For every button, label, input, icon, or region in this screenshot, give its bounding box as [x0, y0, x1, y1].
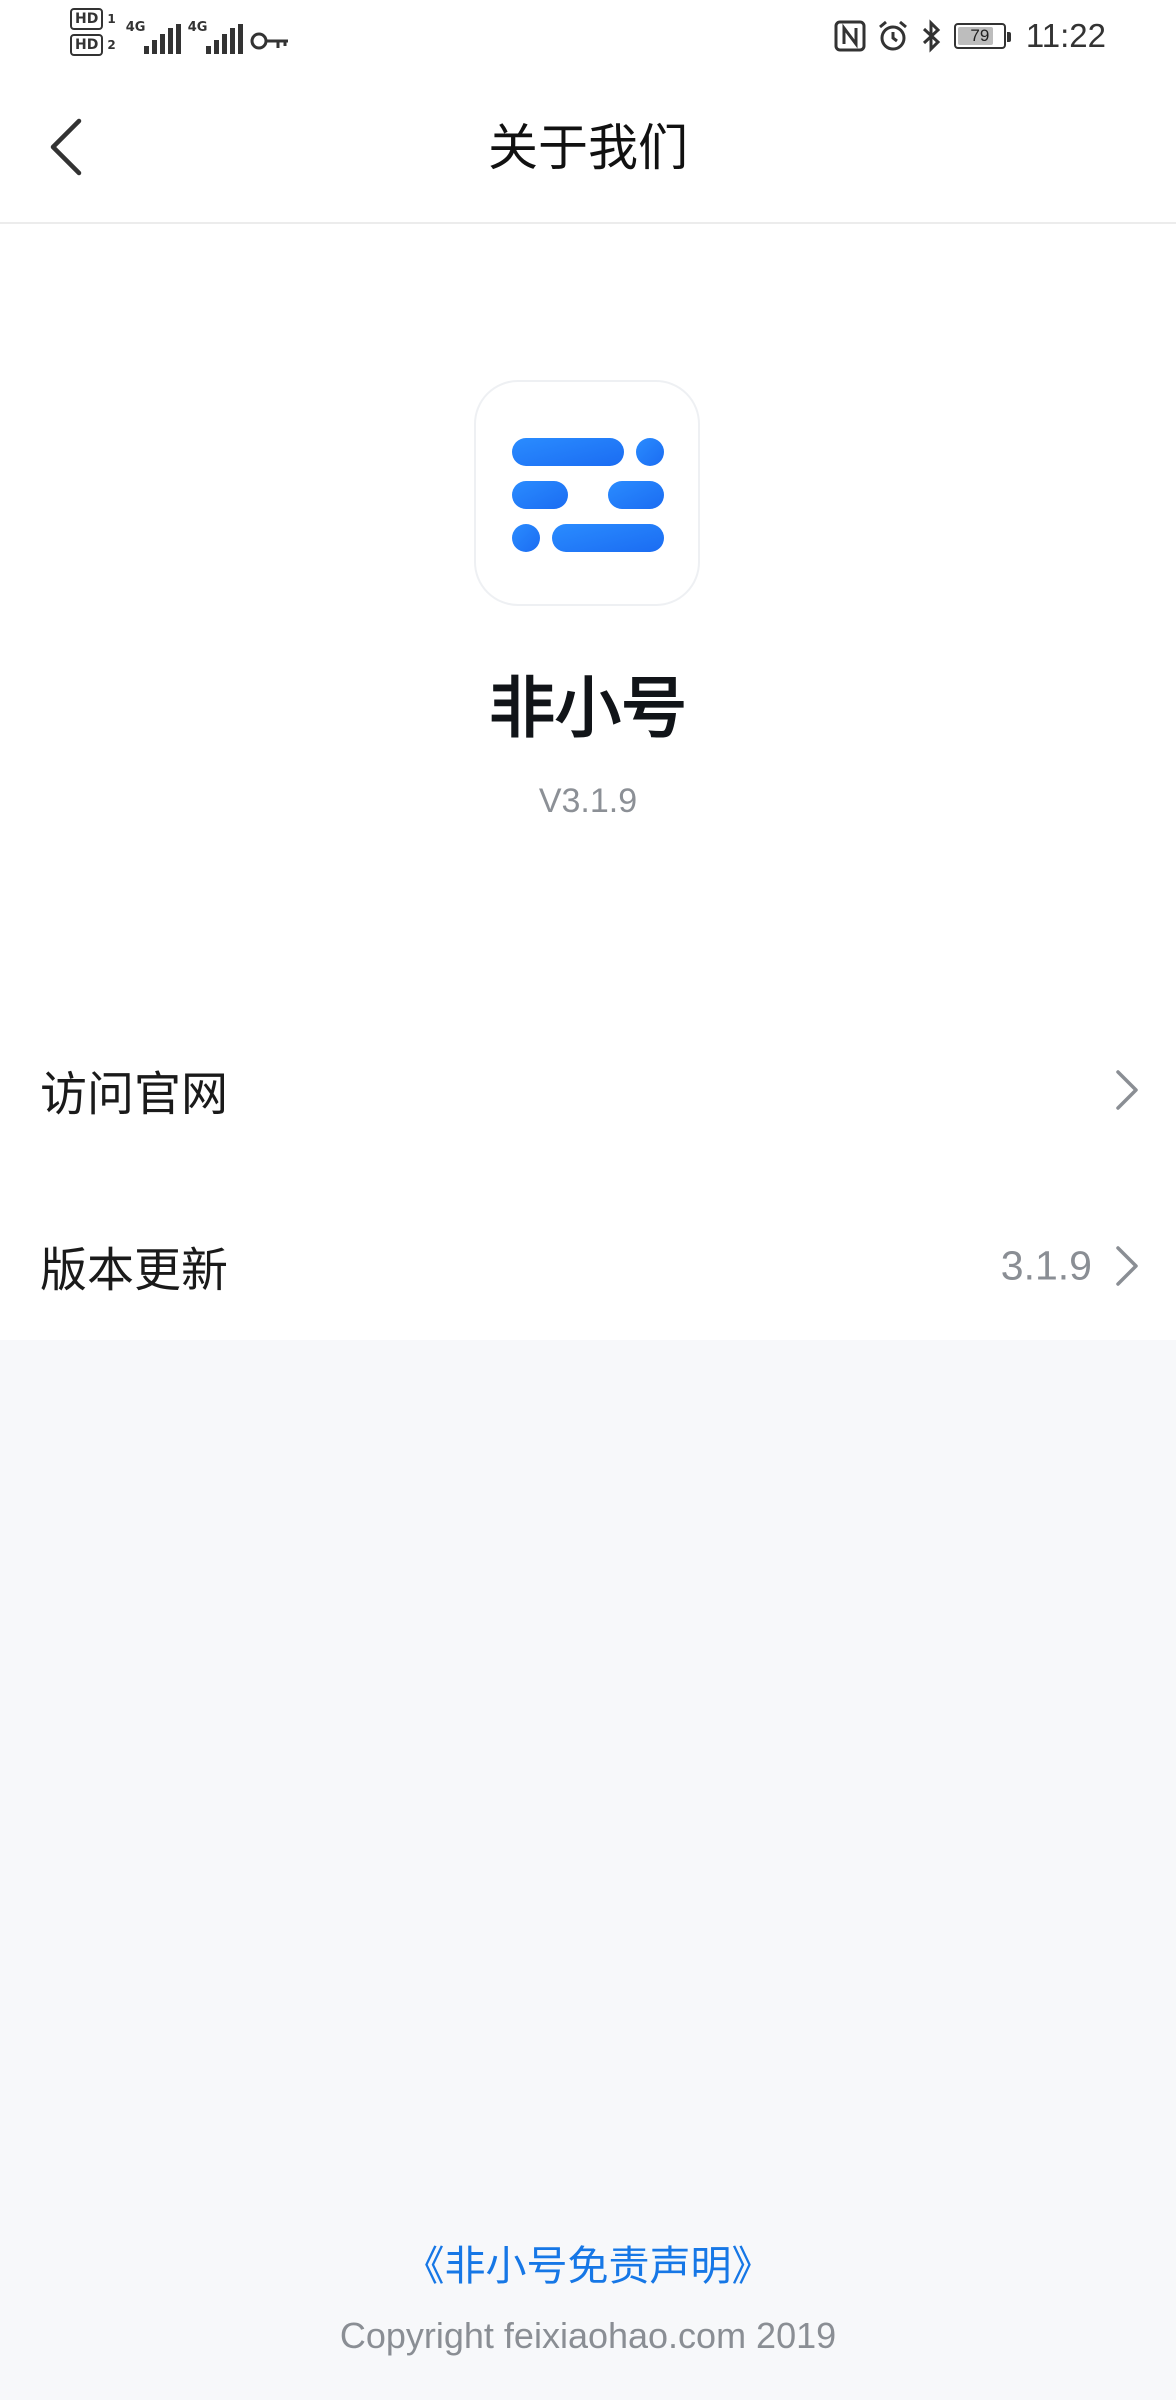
sim-index: 2 — [107, 38, 116, 52]
disclaimer-link[interactable]: 《非小号免责声明》 — [0, 2236, 1176, 2296]
about-page: HD 1 HD 2 4G 4G 79 11:22 关于我们 非小号 V3.1.9… — [0, 0, 1176, 2400]
signal-bars-icon — [143, 24, 181, 54]
hd-label: HD — [70, 8, 104, 30]
signal-bars-icon — [205, 24, 243, 54]
hd-indicators: HD 1 HD 2 — [70, 8, 116, 56]
hd-badge-sim2: HD 2 — [70, 34, 116, 56]
status-time: 11:22 — [1025, 17, 1106, 54]
copyright-text: Copyright feixiaohao.com 2019 — [339, 2315, 837, 2356]
status-bar: HD 1 HD 2 4G 4G 79 11:22 — [0, 0, 1176, 72]
alarm-icon — [878, 20, 907, 51]
menu-item-visit-website[interactable]: 访问官网 — [0, 1010, 1176, 1170]
sim-index: 1 — [107, 12, 116, 26]
nav-bar: 关于我们 — [0, 72, 1176, 224]
vpn-key-icon — [250, 32, 288, 50]
battery-level: 79 — [970, 26, 990, 45]
hd-badge-sim1: HD 1 — [70, 8, 116, 30]
battery-terminal — [1006, 32, 1011, 42]
app-logo-icon — [512, 438, 664, 552]
hd-label: HD — [70, 34, 104, 56]
network-type-label: 4G — [187, 20, 208, 35]
app-logo — [474, 380, 700, 606]
nfc-icon — [834, 20, 866, 52]
menu-item-label: 版本更新 — [40, 1243, 228, 1299]
menu-list: 访问官网 版本更新 3.1.9 — [0, 1010, 1176, 1340]
bluetooth-icon — [922, 19, 941, 53]
page-title: 关于我们 — [488, 119, 688, 177]
menu-item-version-update[interactable]: 版本更新 3.1.9 — [0, 1186, 1176, 1346]
chevron-right-icon — [1116, 1246, 1138, 1286]
signal-sim2: 4G — [187, 8, 243, 56]
app-name: 非小号 — [489, 670, 687, 747]
network-type-label: 4G — [125, 20, 146, 35]
battery-icon: 79 — [953, 23, 1011, 49]
chevron-right-icon — [1116, 1070, 1138, 1110]
menu-item-label: 访问官网 — [40, 1067, 228, 1123]
status-left: HD 1 HD 2 4G 4G — [70, 8, 290, 56]
app-info-section: 非小号 V3.1.9 — [0, 224, 1176, 1010]
app-version: V3.1.9 — [538, 782, 638, 820]
current-version-value: 3.1.9 — [1000, 1242, 1092, 1289]
status-right: 79 11:22 — [834, 14, 1106, 58]
signal-sim1: 4G — [125, 8, 181, 56]
